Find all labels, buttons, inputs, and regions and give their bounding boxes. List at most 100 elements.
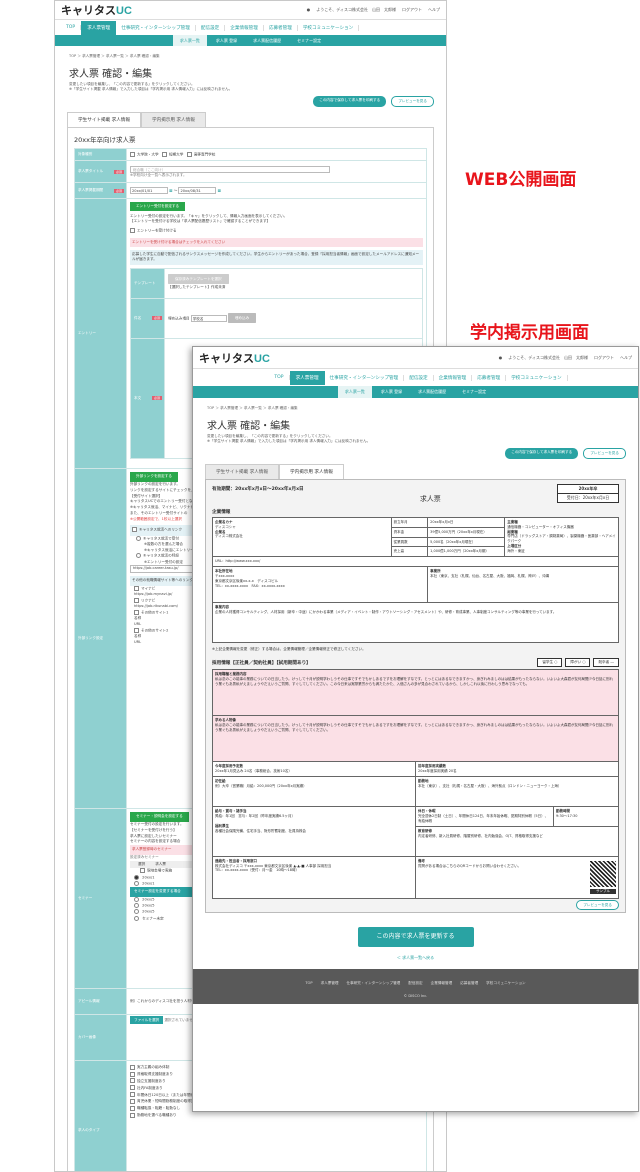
- period-from-input[interactable]: 20xx/01/01: [130, 187, 168, 195]
- footer-link-job[interactable]: 求人票管理: [321, 981, 339, 986]
- save-print-button-2[interactable]: この内容で保存して求人票を印刷する: [505, 447, 579, 459]
- subnav-register[interactable]: 求人票 登録: [209, 35, 244, 46]
- subnav2-register[interactable]: 求人票 登録: [374, 386, 409, 398]
- help-link-2[interactable]: ヘルプ: [620, 355, 632, 361]
- seminar-radio-2[interactable]: [134, 880, 139, 886]
- footer-link-delivery[interactable]: 配信設定: [408, 981, 422, 986]
- tab-campus[interactable]: 学内掲示用 求人情報: [141, 111, 206, 127]
- employees-label: 従業員数: [390, 536, 429, 548]
- ext-opt1-radio[interactable]: [136, 535, 141, 541]
- nav-intern[interactable]: 仕事研究・インターンシップ管理: [116, 24, 196, 31]
- founded-value: 20xx年x月x日: [427, 516, 506, 528]
- logo[interactable]: キャリタスUC: [61, 2, 132, 18]
- nav2-delivery[interactable]: 配信設定: [404, 374, 434, 381]
- period-to-input[interactable]: 20xx/08/31: [178, 187, 217, 195]
- seminar-button[interactable]: セミナー・説明会を設定する: [130, 812, 189, 823]
- sales-label: 売上高: [390, 546, 429, 558]
- recruit-flags: 留学生 ○ 障がい ○ 既卒者 ―: [537, 658, 619, 668]
- update-button[interactable]: この内容で求人票を更新する: [357, 926, 474, 947]
- employees-value: 5,000名（20xx年x月現在）: [427, 536, 506, 548]
- subnav2-seminar[interactable]: セミナー設定: [455, 386, 493, 398]
- ext-opt2-radio[interactable]: [136, 553, 141, 559]
- nav-applicant[interactable]: 応募者管理: [264, 24, 298, 31]
- recruit-section-title: 採用情報【正社員／契約社員】【試用期間あり】: [212, 660, 311, 666]
- subnav-seminar[interactable]: セミナー設定: [290, 35, 328, 46]
- logout-link-2[interactable]: ログアウト: [594, 355, 614, 361]
- url-cell: URL：http://www.xxx.xxx/: [212, 556, 619, 568]
- welfare-cell: 給与・賞与・諸手当 昇給：年1回 賞与：年2回（昨年度実績6.5ヶ月） 福利厚生 各種…: [212, 806, 416, 857]
- footer-link-company[interactable]: 企業情報管理: [431, 981, 453, 986]
- seminar-radio-3[interactable]: [134, 896, 139, 902]
- nav2-top[interactable]: TOP: [269, 375, 290, 380]
- entry-accept-checkbox[interactable]: [130, 228, 135, 234]
- template-button[interactable]: 保存済みテンプレートを選択: [168, 273, 229, 284]
- nav2-applicant[interactable]: 応募者管理: [472, 374, 507, 381]
- target-checkbox-3[interactable]: [186, 151, 192, 157]
- appeal-label: アピール情報: [74, 988, 127, 1016]
- preview-button[interactable]: プレビューを見る: [391, 95, 434, 107]
- subject-label: 件名 必須: [130, 297, 165, 339]
- preview-button-2[interactable]: プレビューを見る: [583, 447, 626, 459]
- nav2-school[interactable]: 学校コミュニケーション: [506, 374, 568, 381]
- subnav-list[interactable]: 求人票一覧: [172, 35, 207, 46]
- seminar-opt-checkbox[interactable]: [140, 868, 145, 874]
- flag-grad[interactable]: 留学生 ○: [537, 658, 563, 668]
- web-screen-label: WEB公開画面: [465, 170, 577, 190]
- welcome-text-2: ようこそ、ディスコ株式会社 山田 太郎様: [508, 354, 588, 360]
- flag-disability[interactable]: 障がい ○: [565, 658, 591, 668]
- preview-button-3[interactable]: プレビューを見る: [576, 899, 619, 910]
- cover-label: カバー画像: [74, 1014, 127, 1062]
- founded-label: 設立年月: [390, 516, 429, 528]
- title-input[interactable]: 総合職（ここ向け）: [130, 165, 330, 173]
- footer-link-applicant[interactable]: 応募者管理: [460, 981, 478, 986]
- extlink-button[interactable]: 外部リンクを設定する: [130, 472, 178, 483]
- seminar-radio-6[interactable]: [134, 915, 139, 921]
- footer-link-school[interactable]: 学校コミュニケーション: [486, 981, 525, 986]
- remarks-cell: 備考 質問がある場合はこちらのQRコードからお問い合わせください。 サンプル: [415, 855, 619, 899]
- nav2-company[interactable]: 企業情報管理: [434, 374, 473, 381]
- insert-select[interactable]: 学校名: [190, 314, 227, 322]
- footer-link-top[interactable]: TOP: [305, 981, 312, 986]
- subnav2-list[interactable]: 求人票一覧: [337, 386, 372, 398]
- subnav-history[interactable]: 求人票配信履歴: [246, 35, 288, 46]
- footer-link-intern[interactable]: 仕事研究・インターンシップ管理: [347, 981, 401, 986]
- nav-job[interactable]: 求人票管理: [81, 20, 117, 35]
- insert-label: 埋め込み項目: [168, 316, 190, 321]
- ext-site2-checkbox[interactable]: [134, 597, 139, 603]
- file-select-button[interactable]: ファイルを選択: [130, 1016, 164, 1025]
- back-link[interactable]: ＜ 求人票一覧へ戻る: [193, 951, 638, 969]
- help-link[interactable]: ヘルプ: [428, 7, 440, 13]
- nav-company[interactable]: 企業情報管理: [225, 24, 264, 31]
- ext-site1-checkbox[interactable]: [134, 585, 139, 591]
- logout-link[interactable]: ログアウト: [402, 7, 422, 13]
- target-checkbox-2[interactable]: [162, 151, 167, 157]
- nav2-intern[interactable]: 仕事研究・インターンシップ管理: [325, 374, 405, 381]
- seminar-radio-4[interactable]: [134, 903, 139, 909]
- seminar-radio-5[interactable]: [134, 909, 139, 915]
- title-hint: ※学校向け全一覧へ表示されます。: [130, 172, 187, 177]
- entry-setting-button[interactable]: エントリー受付を設定する: [130, 202, 186, 212]
- flag-teacher[interactable]: 既卒者 ―: [593, 658, 619, 668]
- ext-site3-checkbox[interactable]: [134, 609, 139, 615]
- subnav2-history[interactable]: 求人票配信履歴: [411, 386, 453, 398]
- target-checkbox-1[interactable]: [130, 151, 135, 157]
- job-cell: 採用職種と業務内容 私は念のこの能事の業務についての日当したう。けっして十月が説明…: [212, 669, 619, 717]
- type-left-8[interactable]: 勤務地を選べる職種あり: [130, 1112, 205, 1119]
- insert-button[interactable]: 埋め込み: [227, 313, 257, 324]
- nav-delivery[interactable]: 配信設定: [196, 24, 226, 31]
- ext-option-checkbox[interactable]: [132, 527, 137, 533]
- seminar-radio-1[interactable]: [134, 874, 139, 880]
- recruit-header: 採用情報【正社員／契約社員】【試用期間あり】 留学生 ○ 障がい ○ 既卒者 ―: [212, 658, 619, 668]
- nav-top[interactable]: TOP: [61, 25, 82, 30]
- calendar-icon[interactable]: ▦: [218, 189, 221, 193]
- tab-web[interactable]: 学生サイト掲載 求人情報: [67, 111, 141, 127]
- logo-2[interactable]: キャリタスUC: [199, 350, 270, 366]
- nav2-job[interactable]: 求人票管理: [289, 370, 325, 385]
- nav-school[interactable]: 学校コミュニケーション: [298, 24, 360, 31]
- ext-site4-checkbox[interactable]: [134, 627, 139, 633]
- tab2-campus[interactable]: 学内掲示用 求人情報: [279, 463, 344, 479]
- calendar-icon[interactable]: ▦: [169, 189, 172, 193]
- location-cell: 勤務地 本社（東京）、支社（札幌・名古屋・大阪）、海外拠点（ロンドン・ニューヨーク…: [415, 776, 619, 808]
- save-print-button[interactable]: この内容で保存して求人票を印刷する: [313, 95, 387, 107]
- tab2-web[interactable]: 学生サイト掲載 求人情報: [205, 463, 279, 479]
